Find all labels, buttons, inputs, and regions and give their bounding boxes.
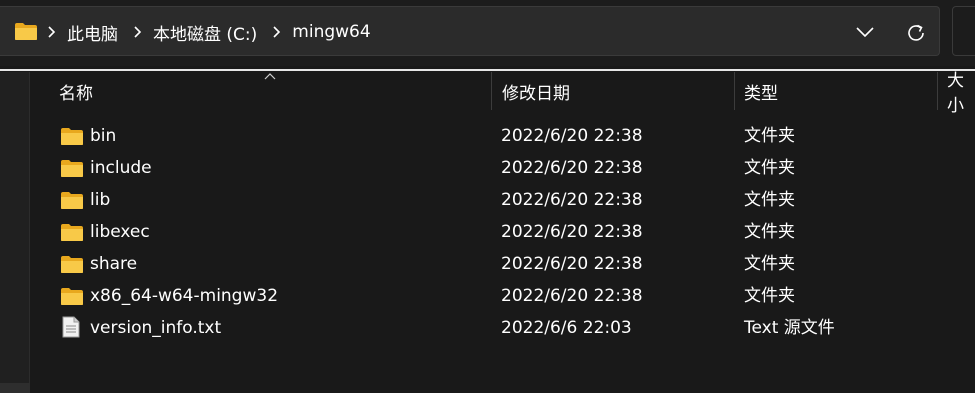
file-name[interactable]: lib bbox=[90, 184, 110, 216]
file-type: 文件夹 bbox=[744, 254, 795, 274]
folder-icon bbox=[61, 288, 83, 305]
folder-icon bbox=[15, 23, 37, 40]
file-date: 2022/6/20 22:38 bbox=[501, 190, 643, 210]
file-row[interactable]: bin 2022/6/20 22:38 文件夹 bbox=[31, 120, 975, 152]
file-type: 文件夹 bbox=[744, 190, 795, 210]
breadcrumb-item[interactable]: 本地磁盘 (C:) bbox=[130, 20, 269, 45]
column-divider[interactable] bbox=[491, 72, 492, 110]
file-name[interactable]: share bbox=[90, 248, 137, 280]
chevron-right-icon[interactable] bbox=[46, 25, 56, 39]
breadcrumb-label[interactable]: mingw64 bbox=[292, 22, 370, 42]
column-divider[interactable] bbox=[937, 72, 938, 110]
column-header-type[interactable]: 类型 bbox=[744, 72, 778, 110]
file-type: 文件夹 bbox=[744, 222, 795, 242]
text-file-icon bbox=[62, 316, 80, 338]
file-type: 文件夹 bbox=[744, 126, 795, 146]
sort-up-icon bbox=[264, 73, 276, 80]
column-divider[interactable] bbox=[734, 72, 735, 110]
file-date: 2022/6/20 22:38 bbox=[501, 222, 643, 242]
breadcrumb-label[interactable]: 此电脑 bbox=[67, 20, 118, 45]
file-row[interactable]: lib 2022/6/20 22:38 文件夹 bbox=[31, 184, 975, 216]
file-name[interactable]: x86_64-w64-mingw32 bbox=[90, 280, 278, 312]
scrollbar[interactable] bbox=[0, 383, 30, 393]
file-name[interactable]: bin bbox=[90, 120, 116, 152]
file-date: 2022/6/6 22:03 bbox=[501, 318, 632, 338]
address-bar[interactable]: 此电脑 本地磁盘 (C:) mingw64 bbox=[0, 6, 940, 56]
folder-icon bbox=[61, 160, 83, 177]
breadcrumb: 此电脑 本地磁盘 (C:) mingw64 bbox=[44, 7, 383, 57]
file-row[interactable]: libexec 2022/6/20 22:38 文件夹 bbox=[31, 216, 975, 248]
chevron-right-icon[interactable] bbox=[271, 25, 281, 39]
column-header-date[interactable]: 修改日期 bbox=[502, 72, 570, 110]
chevron-down-icon[interactable] bbox=[854, 24, 876, 40]
file-row[interactable]: include 2022/6/20 22:38 文件夹 bbox=[31, 152, 975, 184]
file-date: 2022/6/20 22:38 bbox=[501, 158, 643, 178]
column-header-row: 名称 修改日期 类型 大小 bbox=[31, 71, 975, 116]
file-name[interactable]: include bbox=[90, 152, 152, 184]
folder-icon bbox=[61, 192, 83, 209]
folder-icon bbox=[61, 256, 83, 273]
column-header-size[interactable]: 大小 bbox=[947, 71, 975, 116]
file-name[interactable]: libexec bbox=[90, 216, 150, 248]
search-box[interactable] bbox=[952, 6, 975, 56]
file-date: 2022/6/20 22:38 bbox=[501, 286, 643, 306]
file-date: 2022/6/20 22:38 bbox=[501, 126, 643, 146]
file-type: Text 源文件 bbox=[744, 318, 835, 338]
column-header-name[interactable]: 名称 bbox=[59, 72, 93, 110]
divider bbox=[0, 69, 975, 71]
folder-icon bbox=[61, 224, 83, 241]
breadcrumb-label[interactable]: 本地磁盘 (C:) bbox=[153, 20, 257, 45]
file-date: 2022/6/20 22:38 bbox=[501, 254, 643, 274]
folder-icon bbox=[61, 128, 83, 145]
file-name[interactable]: version_info.txt bbox=[90, 312, 221, 344]
address-bar-region: 此电脑 本地磁盘 (C:) mingw64 bbox=[0, 0, 975, 66]
file-type: 文件夹 bbox=[744, 158, 795, 178]
breadcrumb-item[interactable]: 此电脑 bbox=[44, 20, 130, 45]
file-type: 文件夹 bbox=[744, 286, 795, 306]
refresh-icon[interactable] bbox=[905, 22, 927, 44]
chevron-right-icon[interactable] bbox=[132, 25, 142, 39]
file-row[interactable]: share 2022/6/20 22:38 文件夹 bbox=[31, 248, 975, 280]
breadcrumb-item[interactable]: mingw64 bbox=[269, 22, 382, 42]
file-row[interactable]: x86_64-w64-mingw32 2022/6/20 22:38 文件夹 bbox=[31, 280, 975, 312]
file-row[interactable]: version_info.txt 2022/6/6 22:03 Text 源文件 bbox=[31, 312, 975, 344]
navigation-pane[interactable] bbox=[0, 72, 30, 393]
